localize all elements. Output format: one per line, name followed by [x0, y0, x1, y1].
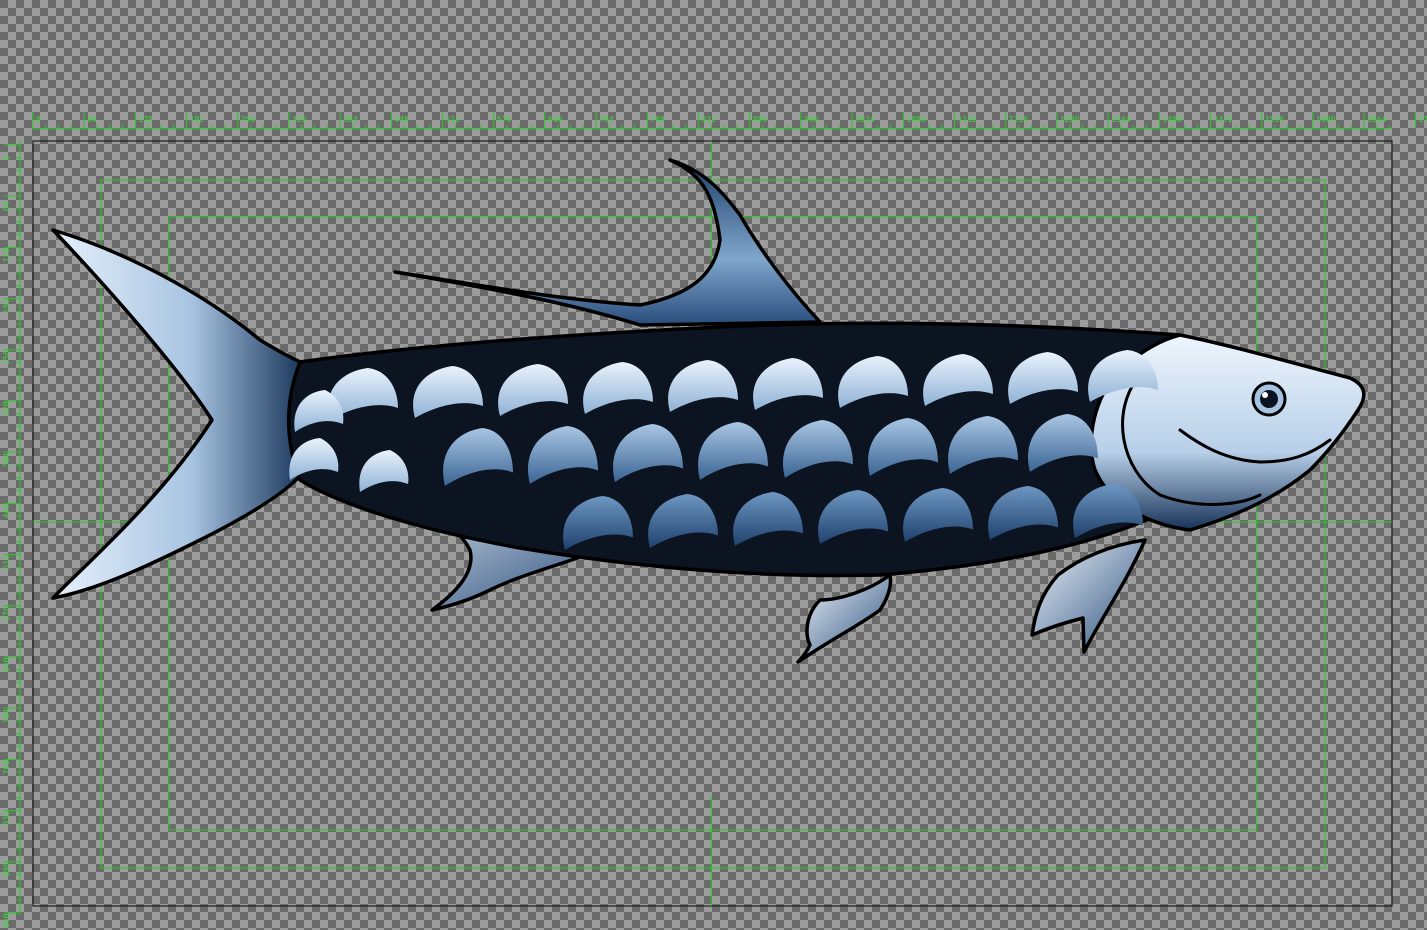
top-ruler-label: 960	[804, 115, 819, 124]
left-ruler-label: 768	[2, 760, 11, 775]
top-ruler-label: 1536	[1265, 115, 1284, 124]
pectoral-fin	[1030, 538, 1147, 654]
left-ruler-label: 640	[2, 657, 11, 672]
left-ruler-label: 704	[2, 709, 11, 724]
top-ruler[interactable]: 0 64 128 192 256 320 384 448 512 576 640 704 768 832 8…	[32, 112, 1427, 130]
artboard-overlay: 0 64 128 192 256 320 384 448 512 576 640 704 768 832 8…	[2, 112, 1427, 928]
left-ruler-label: 64	[2, 201, 11, 211]
top-ruler-label: 1472	[1214, 115, 1233, 124]
top-ruler-label: 1408	[1162, 115, 1181, 124]
top-ruler-label: 448	[394, 115, 409, 124]
top-ruler-label: 384	[343, 115, 358, 124]
top-ruler-label: 640	[548, 115, 563, 124]
top-ruler-label: 576	[497, 115, 512, 124]
top-ruler-label: 128	[138, 115, 153, 124]
left-ruler[interactable]: 0 64 128 192 256 320 384 448 512 576 640 704 768 832 8…	[2, 140, 21, 928]
left-ruler-label: 448	[2, 504, 11, 519]
left-ruler-label: 512	[2, 555, 11, 570]
top-ruler-label: 256	[241, 115, 256, 124]
top-ruler-label: 896	[753, 115, 768, 124]
fish-illustration-icon[interactable]	[51, 158, 1366, 664]
top-ruler-label: 768	[650, 115, 665, 124]
top-ruler-label: 1088	[906, 115, 925, 124]
left-ruler-label: 832	[2, 811, 11, 826]
dorsal-fin	[393, 158, 822, 327]
pelvic-fin	[796, 573, 893, 664]
top-ruler-label: 512	[446, 115, 461, 124]
canvas-viewport[interactable]: 0 64 128 192 256 320 384 448 512 576 640 704 768 832 8…	[0, 0, 1427, 930]
top-ruler-label: 320	[292, 115, 307, 124]
top-ruler-label: 1600	[1316, 115, 1335, 124]
top-ruler-label: 704	[599, 115, 614, 124]
top-ruler-label: 192	[190, 115, 205, 124]
top-ruler-label: 1728	[1418, 115, 1427, 124]
left-ruler-label: 256	[2, 350, 11, 365]
top-ruler-label: 0	[36, 115, 41, 124]
left-ruler-label: 896	[2, 862, 11, 877]
top-ruler-label: 1024	[855, 115, 874, 124]
left-ruler-label: 192	[2, 299, 11, 314]
top-ruler-label: 64	[87, 115, 97, 124]
left-ruler-label: 0	[2, 155, 11, 160]
left-ruler-label: 128	[2, 248, 11, 263]
left-ruler-label: 576	[2, 606, 11, 621]
left-ruler-label: 960	[2, 913, 11, 928]
top-ruler-label: 832	[702, 115, 717, 124]
top-ruler-label: 1152	[958, 115, 977, 124]
top-ruler-label: 1664	[1367, 115, 1386, 124]
left-ruler-label: 320	[2, 401, 11, 416]
top-ruler-label: 1280	[1060, 115, 1079, 124]
tail-fin	[51, 228, 307, 600]
left-ruler-label: 384	[2, 453, 11, 468]
top-ruler-label: 1344	[1111, 115, 1130, 124]
top-ruler-label: 1216	[1009, 115, 1028, 124]
